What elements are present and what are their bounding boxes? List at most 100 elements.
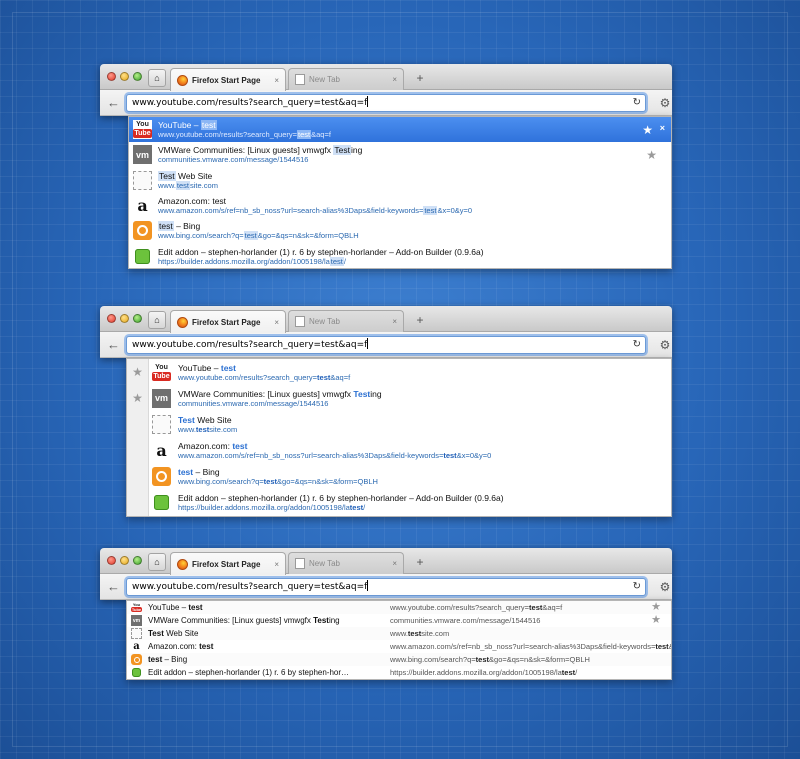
gear-icon[interactable]: ⚙ [658, 95, 672, 111]
star-icon[interactable]: ★ [651, 601, 661, 614]
addon-puzzle-icon [131, 667, 142, 678]
autocomplete-row[interactable]: Edit addon – stephen-horlander (1) r. 6 … [129, 243, 671, 268]
reload-icon[interactable]: ↻ [633, 337, 641, 353]
tab-close-icon[interactable]: × [274, 318, 279, 327]
bing-icon [152, 466, 171, 486]
url-text: www.youtube.com/results?search_query=tes… [132, 98, 368, 108]
star-icon[interactable]: ★ [646, 148, 657, 162]
autocomplete-row[interactable]: vm VMWare Communities: [Linux guests] vm… [129, 142, 671, 167]
tab-label: Firefox Start Page [192, 317, 261, 327]
bing-icon [131, 654, 142, 665]
match-highlight: test [195, 424, 210, 434]
vmware-icon: vm [152, 388, 171, 408]
reload-icon[interactable]: ↻ [633, 95, 641, 111]
home-button[interactable]: ⌂ [148, 69, 166, 87]
autocomplete-row[interactable]: You Tube YouTube – test www.youtube.com/r… [149, 359, 671, 385]
result-url: site.com [209, 424, 238, 434]
remove-result-icon[interactable]: × [660, 123, 665, 133]
autocomplete-row[interactable]: test – Bing www.bing.com/search?q=test&g… [127, 653, 671, 666]
home-button[interactable]: ⌂ [148, 311, 166, 329]
back-arrow-icon[interactable]: ← [107, 337, 121, 353]
autocomplete-row[interactable]: Test Web Site www.testsite.com [129, 168, 671, 193]
url-bar[interactable]: www.youtube.com/results?search_query=tes… [126, 94, 646, 112]
autocomplete-row[interactable]: Test Web Site www.testsite.com [127, 627, 671, 640]
result-title: VMWare Communities: [Linux guests] vmwgf… [178, 388, 354, 399]
home-button[interactable]: ⌂ [148, 553, 166, 571]
zoom-window-button[interactable] [133, 314, 142, 323]
match-highlight: test [329, 256, 344, 266]
close-window-button[interactable] [107, 556, 116, 565]
result-url: https://builder.addons.mozilla.org/addon… [178, 502, 350, 512]
amazon-icon: a [152, 440, 171, 460]
autocomplete-row[interactable]: Edit addon – stephen-horlander (1) r. 6 … [149, 489, 671, 515]
tab-close-icon[interactable]: × [274, 560, 279, 569]
reload-icon[interactable]: ↻ [633, 579, 641, 595]
minimize-window-button[interactable] [120, 72, 129, 81]
firefox-icon [177, 558, 188, 570]
gear-icon[interactable]: ⚙ [658, 337, 672, 353]
match-highlight: test [220, 362, 236, 373]
match-highlight: test [178, 466, 194, 477]
url-bar[interactable]: www.youtube.com/results?search_query=tes… [126, 336, 646, 354]
result-title: Web Site [194, 414, 232, 425]
autocomplete-popup: ★ ★ You Tube YouTube – test www.youtube.c… [126, 358, 672, 517]
home-icon: ⌂ [154, 557, 160, 567]
tab-close-icon[interactable]: × [274, 76, 279, 85]
zoom-window-button[interactable] [133, 72, 142, 81]
tab-close-icon[interactable]: × [392, 317, 397, 326]
autocomplete-row[interactable]: vm VMWare Communities: [Linux guests] vm… [127, 614, 671, 627]
browser-window-2: ⌂ Firefox Start Page × New Tab × + ← www… [100, 306, 672, 517]
firefox-icon [177, 316, 188, 328]
result-url: site.com [190, 180, 218, 190]
tab-firefox-start-page[interactable]: Firefox Start Page × [170, 68, 286, 91]
result-url: www.amazon.com/s/ref=nb_sb_noss?url=sear… [178, 450, 444, 460]
new-tab-button[interactable]: + [412, 70, 428, 86]
tab-close-icon[interactable]: × [392, 559, 397, 568]
result-url: / [363, 502, 366, 512]
star-icon[interactable]: ★ [127, 385, 148, 411]
url-bar[interactable]: www.youtube.com/results?search_query=tes… [126, 578, 646, 596]
autocomplete-row[interactable]: Test Web Site www.testsite.com [149, 411, 671, 437]
star-gutter: ★ ★ [127, 359, 149, 516]
autocomplete-row[interactable]: a Amazon.com: test www.amazon.com/s/ref=… [149, 437, 671, 463]
result-url: &x=0&y=0 [669, 642, 671, 651]
autocomplete-row[interactable]: test – Bing www.bing.com/search?q=test&g… [129, 218, 671, 243]
tab-close-icon[interactable]: × [392, 75, 397, 84]
match-highlight: Test [178, 414, 195, 425]
match-highlight: test [407, 629, 422, 638]
match-highlight: test [475, 655, 490, 664]
match-highlight: test [423, 206, 438, 216]
autocomplete-popup: You Tube YouTube – test www.youtube.com/r… [128, 116, 672, 269]
tab-firefox-start-page[interactable]: Firefox Start Page × [170, 552, 286, 575]
tab-new-tab[interactable]: New Tab × [288, 310, 404, 332]
autocomplete-row[interactable]: test – Bing www.bing.com/search?q=test&g… [149, 463, 671, 489]
tab-label: New Tab [309, 75, 340, 84]
tab-firefox-start-page[interactable]: Firefox Start Page × [170, 310, 286, 333]
back-arrow-icon[interactable]: ← [107, 95, 121, 111]
close-window-button[interactable] [107, 72, 116, 81]
tab-new-tab[interactable]: New Tab × [288, 552, 404, 574]
back-arrow-icon[interactable]: ← [107, 579, 121, 595]
minimize-window-button[interactable] [120, 314, 129, 323]
autocomplete-row[interactable]: vm VMWare Communities: [Linux guests] vm… [149, 385, 671, 411]
autocomplete-popup: You Tube YouTube – test www.youtube.com/r… [126, 600, 672, 680]
gear-icon[interactable]: ⚙ [658, 579, 672, 595]
new-tab-button[interactable]: + [412, 312, 428, 328]
star-icon[interactable]: ★ [651, 614, 661, 627]
zoom-window-button[interactable] [133, 556, 142, 565]
close-window-button[interactable] [107, 314, 116, 323]
result-url: https://builder.addons.mozilla.org/addon… [390, 668, 562, 677]
match-highlight: test [200, 120, 217, 131]
star-icon[interactable]: ★ [642, 123, 653, 137]
star-icon[interactable]: ★ [127, 359, 148, 385]
minimize-window-button[interactable] [120, 556, 129, 565]
autocomplete-row[interactable]: You Tube YouTube – test www.youtube.com/r… [127, 601, 671, 614]
home-icon: ⌂ [154, 315, 160, 325]
autocomplete-row[interactable]: a Amazon.com: test www.amazon.com/s/ref=… [129, 193, 671, 218]
autocomplete-row[interactable]: You Tube YouTube – test www.youtube.com/r… [129, 117, 671, 143]
new-tab-button[interactable]: + [412, 554, 428, 570]
autocomplete-row[interactable]: a Amazon.com: test www.amazon.com/s/ref=… [127, 640, 671, 653]
result-url: www.bing.com/search?q= [158, 231, 244, 241]
tab-new-tab[interactable]: New Tab × [288, 68, 404, 90]
autocomplete-row[interactable]: Edit addon – stephen-horlander (1) r. 6 … [127, 666, 671, 679]
